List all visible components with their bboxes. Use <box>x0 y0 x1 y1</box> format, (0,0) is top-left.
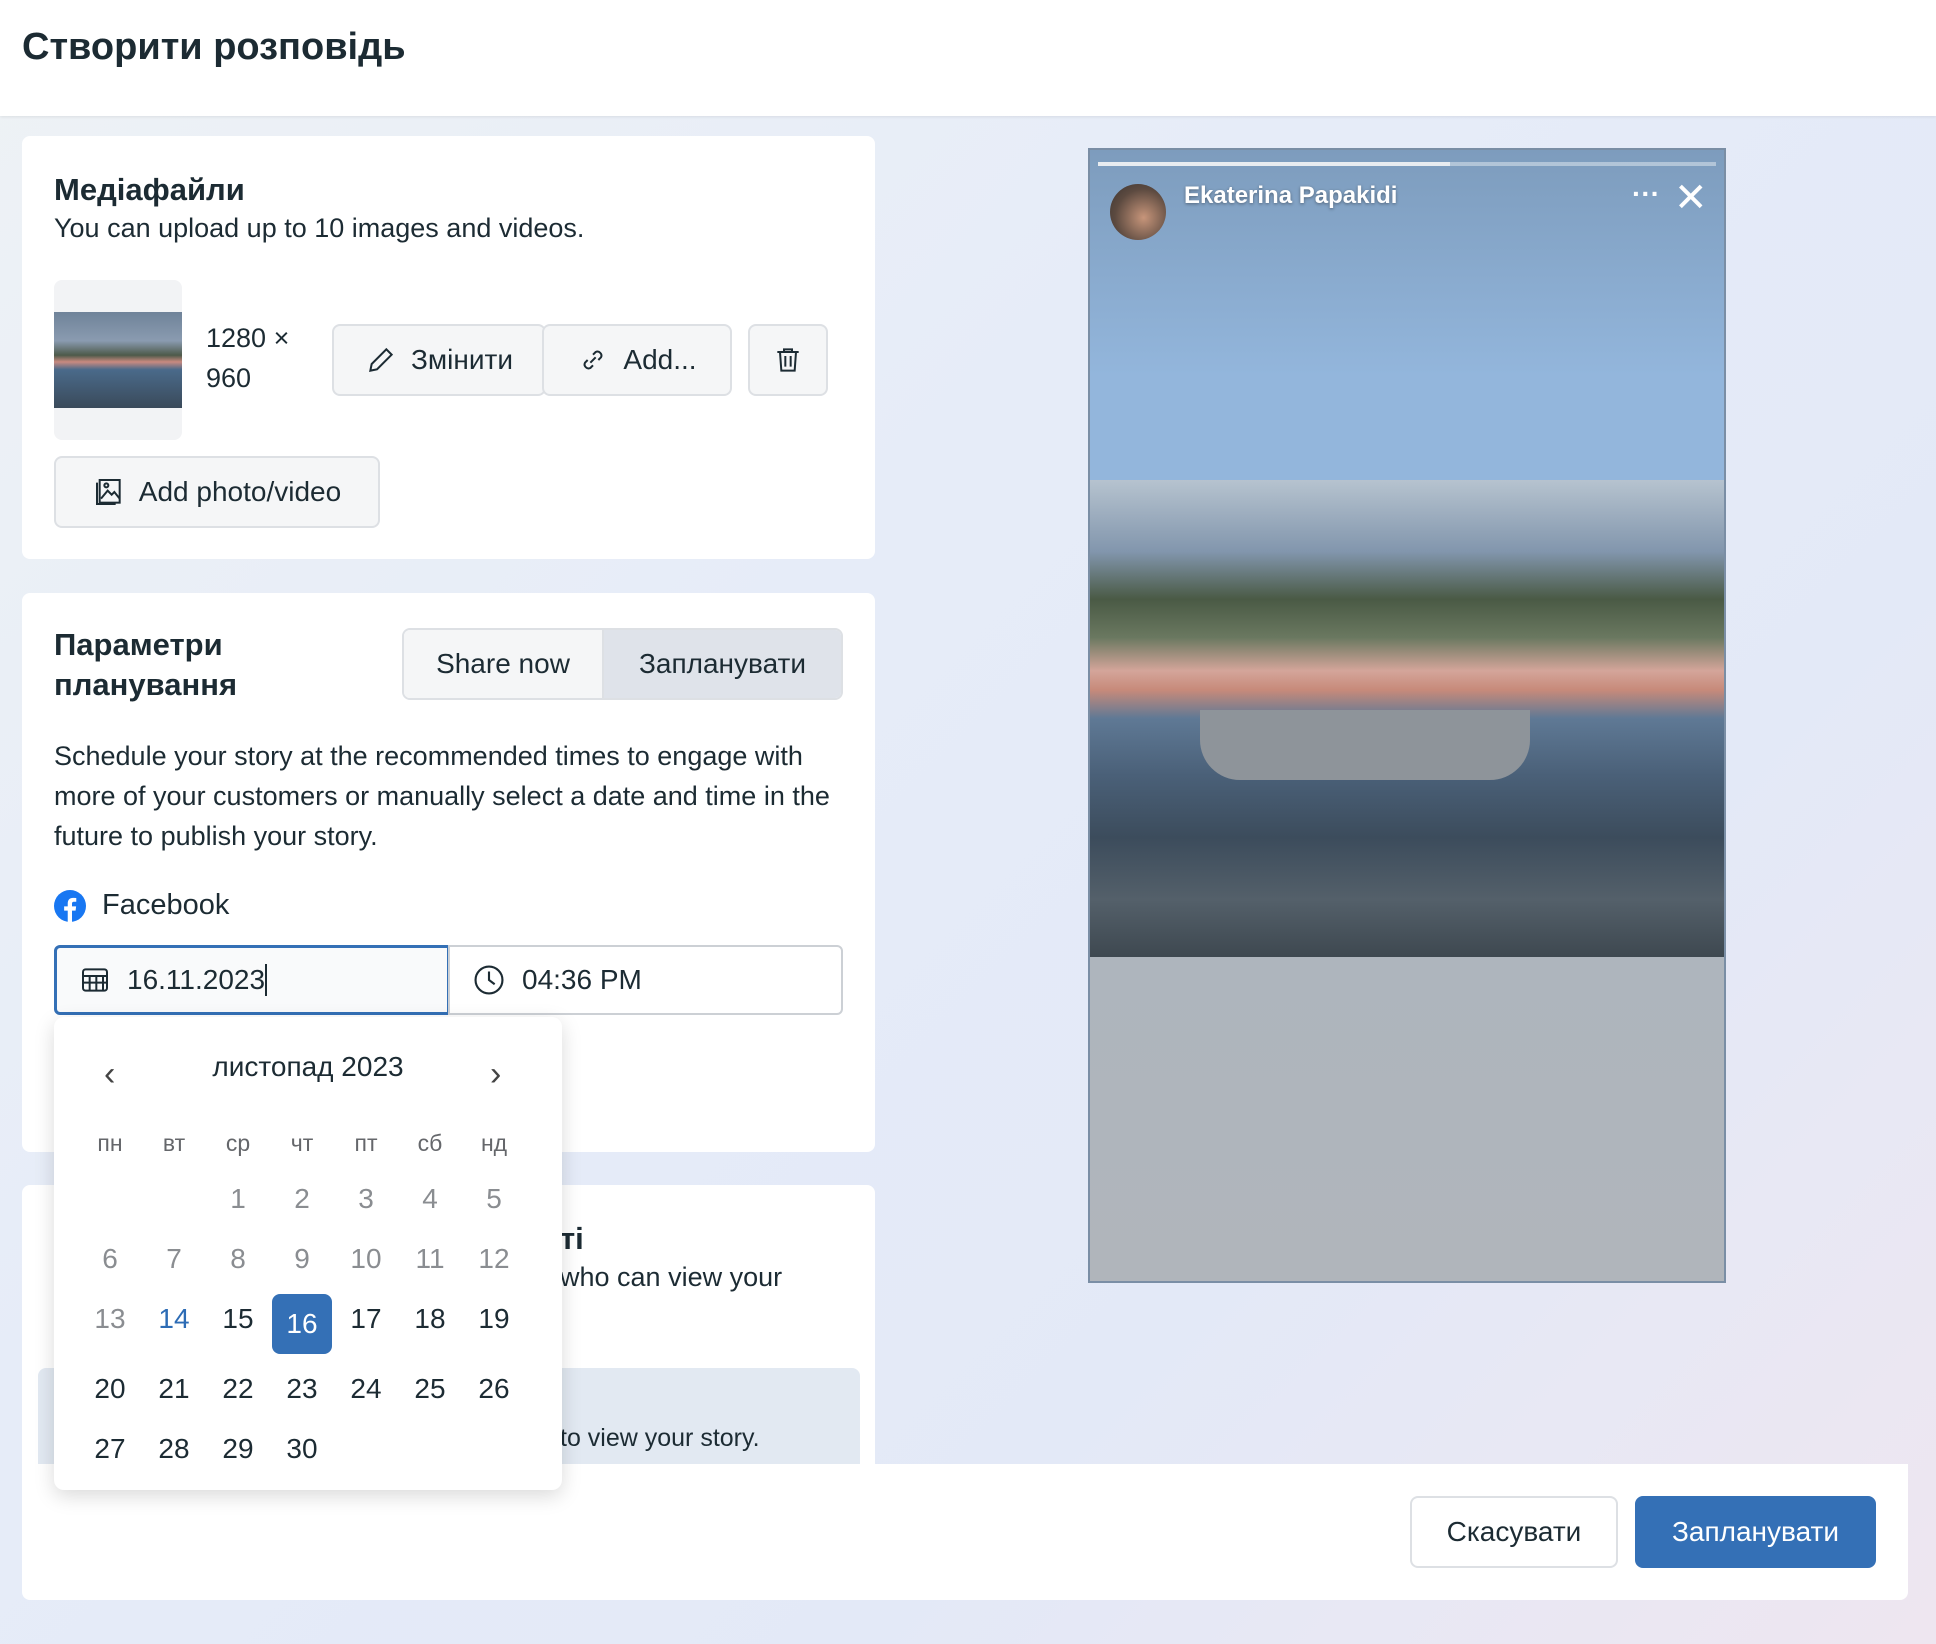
calendar-day[interactable]: 19 <box>462 1289 526 1349</box>
facebook-icon <box>54 889 86 922</box>
calendar-day[interactable]: 7 <box>142 1229 206 1289</box>
calendar-day[interactable]: 4 <box>398 1169 462 1229</box>
media-thumbnail[interactable] <box>54 280 182 440</box>
calendar-day[interactable]: 11 <box>398 1229 462 1289</box>
empty-cell <box>78 1169 142 1229</box>
add-photo-video-button[interactable]: Add photo/video <box>54 456 380 528</box>
weekday-label: сб <box>417 1129 443 1156</box>
schedule-mode-toggle: Share now Запланувати <box>402 628 843 700</box>
calendar-day[interactable]: 25 <box>398 1359 462 1419</box>
calendar-day[interactable]: 22 <box>206 1359 270 1419</box>
media-dimensions: 1280 × 960 <box>206 323 290 393</box>
calendar-grid: пн вт ср чт пт сб нд 1 2 3 4 5 6 7 8 9 10 11 12 13 14 15 16 17 1… <box>78 1117 526 1479</box>
next-month-icon[interactable]: › <box>490 1055 501 1094</box>
facebook-label: Facebook <box>54 889 229 922</box>
date-picker-popup: ‹ листопад 2023 › пн вт ср чт пт сб нд 1 2 3 4 5 6 7 8… <box>54 1017 562 1490</box>
more-options-icon[interactable]: ··· <box>1632 178 1660 210</box>
calendar-day[interactable]: 2 <box>270 1169 334 1229</box>
audience-title: ті <box>560 1221 584 1256</box>
schedule-title: Параметри планування <box>54 627 238 702</box>
story-bottom-area <box>1090 957 1724 1281</box>
weekday-label: вт <box>162 1129 186 1156</box>
calendar-day[interactable]: 13 <box>78 1289 142 1349</box>
calendar-day[interactable]: 20 <box>78 1359 142 1419</box>
calendar-day[interactable]: 6 <box>78 1229 142 1289</box>
calendar-day[interactable]: 26 <box>462 1359 526 1419</box>
trash-icon <box>777 348 799 372</box>
weekday-label: чт <box>290 1129 314 1156</box>
schedule-option[interactable]: Запланувати <box>604 630 841 698</box>
weekday-label: пн <box>97 1129 123 1156</box>
calendar-day[interactable]: 12 <box>462 1229 526 1289</box>
calendar-day[interactable]: 8 <box>206 1229 270 1289</box>
calendar-day[interactable]: 5 <box>462 1169 526 1229</box>
calendar-day-selected[interactable]: 16 <box>272 1294 332 1354</box>
delete-button[interactable] <box>748 324 828 396</box>
clock-icon <box>474 965 504 995</box>
story-username: Ekaterina Papakidi <box>1184 182 1398 209</box>
story-preview: Ekaterina Papakidi ··· ✕ <box>1088 148 1726 1283</box>
photo-icon <box>95 479 121 505</box>
calendar-day[interactable]: 1 <box>206 1169 270 1229</box>
edit-button[interactable]: Змінити <box>332 324 546 396</box>
calendar-day[interactable]: 29 <box>206 1419 270 1479</box>
media-subtitle: You can upload up to 10 images and video… <box>54 213 585 243</box>
close-icon[interactable]: ✕ <box>1674 178 1708 218</box>
weekday-label: нд <box>480 1129 508 1156</box>
calendar-day[interactable]: 27 <box>78 1419 142 1479</box>
calendar-icon <box>82 968 108 992</box>
media-title: Медіафайли <box>54 172 245 207</box>
link-icon <box>584 350 603 370</box>
cancel-button[interactable]: Скасувати <box>1410 1496 1618 1568</box>
calendar-day[interactable]: 14 <box>142 1289 206 1349</box>
month-label: листопад 2023 <box>212 1051 404 1082</box>
add-link-button[interactable]: Add... <box>542 324 732 396</box>
calendar-day[interactable]: 28 <box>142 1419 206 1479</box>
calendar-day[interactable]: 17 <box>334 1289 398 1349</box>
calendar-day[interactable]: 24 <box>334 1359 398 1419</box>
story-photo <box>1090 480 1724 957</box>
schedule-description: Schedule your story at the recommended t… <box>54 741 830 851</box>
story-progress-bar <box>1098 162 1716 166</box>
calendar-day[interactable]: 15 <box>206 1289 270 1349</box>
time-input[interactable]: 04:36 PM <box>448 945 843 1015</box>
calendar-day[interactable]: 30 <box>270 1419 334 1479</box>
calendar-day[interactable]: 3 <box>334 1169 398 1229</box>
audience-text: who can view your <box>560 1262 783 1292</box>
weekday-label: ср <box>225 1129 251 1156</box>
media-card: Медіафайли You can upload up to 10 image… <box>22 136 875 559</box>
calendar-day[interactable]: 10 <box>334 1229 398 1289</box>
share-now-option[interactable]: Share now <box>404 630 604 698</box>
pencil-icon <box>369 347 394 372</box>
calendar-day[interactable]: 23 <box>270 1359 334 1419</box>
date-input[interactable]: 16.11.2023 <box>54 945 450 1015</box>
schedule-submit-button[interactable]: Запланувати <box>1635 1496 1876 1568</box>
calendar-day[interactable]: 21 <box>142 1359 206 1419</box>
header: Створити розповідь <box>0 0 1936 116</box>
empty-cell <box>142 1169 206 1229</box>
avatar <box>1110 184 1166 240</box>
weekday-label: пт <box>354 1129 378 1156</box>
page-title: Створити розповідь <box>22 26 406 68</box>
calendar-day[interactable]: 9 <box>270 1229 334 1289</box>
calendar-day[interactable]: 18 <box>398 1289 462 1349</box>
